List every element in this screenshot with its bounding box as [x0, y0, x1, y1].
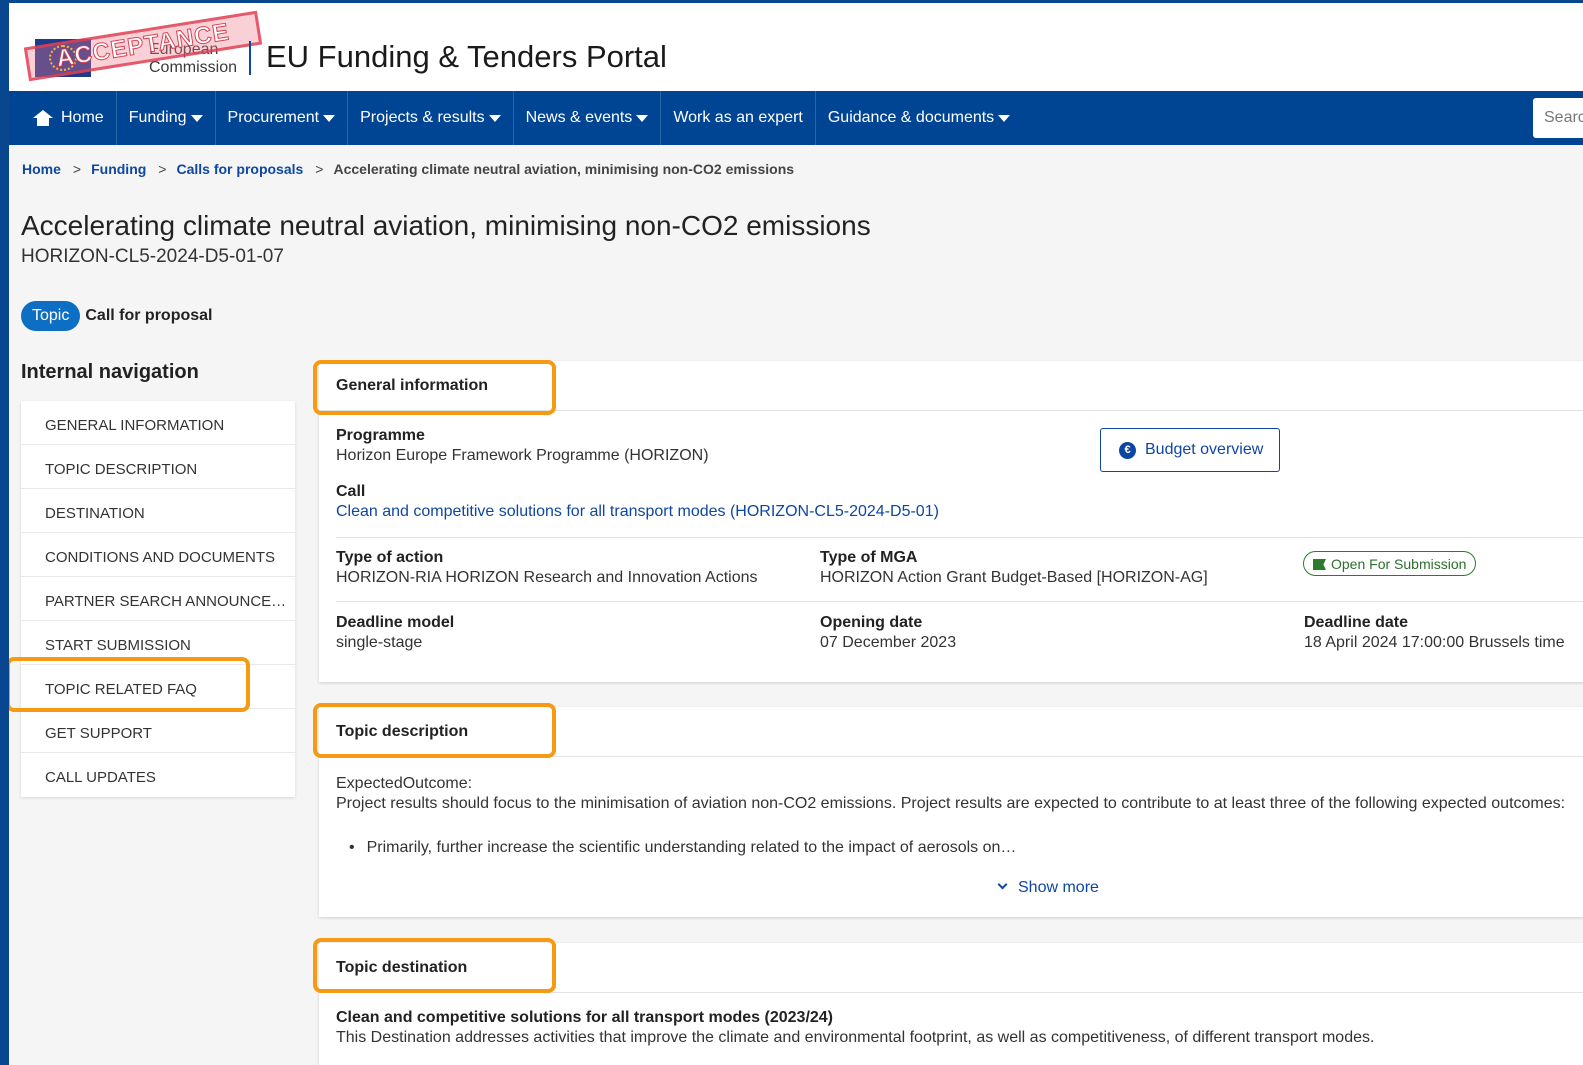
deadline-date-value: 18 April 2024 17:00:00 Brussels time — [1304, 634, 1565, 651]
home-icon — [33, 110, 53, 126]
destination-title: Clean and competitive solutions for all … — [336, 1009, 834, 1026]
call-label: Call — [336, 483, 366, 500]
divider — [336, 537, 1583, 538]
portal-title: EU Funding & Tenders Portal — [266, 39, 667, 74]
type-of-mga-value: HORIZON Action Grant Budget-Based [HORIZ… — [820, 569, 1208, 586]
internal-nav-call-updates[interactable]: CALL UPDATES — [21, 753, 295, 797]
portal-page: European Commission ACCEPTANCE EU Fundin… — [9, 3, 1583, 1065]
divider — [336, 601, 1583, 602]
main-nav: Home Funding Procurement Projects & resu… — [9, 91, 1583, 145]
highlight-general-information — [313, 360, 556, 415]
breadcrumb-separator: > — [315, 161, 324, 177]
deadline-model-value: single-stage — [336, 634, 423, 651]
topic-tags: Topic Call for proposal — [21, 301, 212, 331]
caret-down-icon — [190, 114, 203, 122]
breadcrumb-current: Accelerating climate neutral aviation, m… — [333, 161, 795, 177]
site-header: European Commission ACCEPTANCE EU Fundin… — [9, 3, 1583, 91]
breadcrumb-calls[interactable]: Calls for proposals — [176, 161, 303, 177]
deadline-date-label: Deadline date — [1304, 614, 1409, 631]
internal-nav-get-support[interactable]: GET SUPPORT — [21, 709, 295, 753]
internal-nav-general-information[interactable]: GENERAL INFORMATION — [21, 401, 295, 445]
internal-nav-partner-search[interactable]: PARTNER SEARCH ANNOUNCEMENTS — [21, 577, 295, 621]
programme-label: Programme — [336, 427, 425, 444]
type-of-action-value: HORIZON-RIA HORIZON Research and Innovat… — [336, 569, 758, 586]
expected-outcome-label: ExpectedOutcome: — [336, 775, 473, 792]
page-title: Accelerating climate neutral aviation, m… — [21, 210, 871, 241]
internal-nav: GENERAL INFORMATION TOPIC DESCRIPTION DE… — [21, 401, 295, 797]
caret-down-icon — [636, 114, 649, 122]
topic-code: HORIZON-CL5-2024-D5-01-07 — [21, 246, 284, 267]
description-bullet: Primarily, further increase the scientif… — [349, 839, 1017, 857]
internal-nav-topic-description[interactable]: TOPIC DESCRIPTION — [21, 445, 295, 489]
internal-nav-destination[interactable]: DESTINATION — [21, 489, 295, 533]
breadcrumb-home[interactable]: Home — [22, 161, 61, 177]
highlight-topic-destination — [313, 938, 556, 993]
call-type-label: Call for proposal — [85, 307, 213, 324]
flag-icon — [1313, 559, 1326, 570]
internal-nav-title: Internal navigation — [21, 361, 199, 383]
nav-procurement[interactable]: Procurement — [216, 91, 349, 145]
opening-date-label: Opening date — [820, 614, 923, 631]
call-link[interactable]: Clean and competitive solutions for all … — [336, 503, 939, 521]
chevron-down-icon — [997, 879, 1008, 890]
programme-value: Horizon Europe Framework Programme (HORI… — [336, 447, 709, 464]
caret-down-icon — [323, 114, 336, 122]
nav-news-events[interactable]: News & events — [514, 91, 662, 145]
internal-nav-conditions-documents[interactable]: CONDITIONS AND DOCUMENTS — [21, 533, 295, 577]
european-commission-logo[interactable]: European Commission ACCEPTANCE — [21, 10, 263, 82]
budget-overview-button[interactable]: € Budget overview — [1100, 428, 1280, 472]
nav-work-as-expert[interactable]: Work as an expert — [661, 91, 816, 145]
highlight-topic-faq — [9, 657, 250, 712]
topic-badge: Topic — [21, 301, 81, 331]
search-input[interactable]: Search — [1533, 98, 1583, 138]
breadcrumb-funding[interactable]: Funding — [91, 161, 146, 177]
show-more-button[interactable]: Show more — [997, 879, 1099, 897]
breadcrumb: Home > Funding > Calls for proposals > A… — [22, 161, 794, 177]
logo-divider — [249, 41, 251, 75]
euro-icon: € — [1119, 441, 1136, 459]
deadline-model-label: Deadline model — [336, 614, 455, 631]
description-text: Project results should focus to the mini… — [336, 795, 1566, 812]
type-of-action-label: Type of action — [336, 549, 444, 566]
caret-down-icon — [998, 114, 1011, 122]
type-of-mga-label: Type of MGA — [820, 549, 918, 566]
highlight-topic-description — [313, 703, 556, 758]
opening-date-value: 07 December 2023 — [820, 634, 957, 651]
destination-text: This Destination addresses activities th… — [336, 1029, 1375, 1046]
status-badge: Open For Submission — [1303, 551, 1477, 576]
nav-funding[interactable]: Funding — [117, 91, 216, 145]
nav-home[interactable]: Home — [9, 91, 117, 145]
breadcrumb-separator: > — [72, 161, 82, 177]
nav-projects-results[interactable]: Projects & results — [348, 91, 514, 145]
caret-down-icon — [488, 114, 501, 122]
breadcrumb-separator: > — [158, 161, 167, 177]
nav-guidance-documents[interactable]: Guidance & documents — [816, 91, 1022, 145]
